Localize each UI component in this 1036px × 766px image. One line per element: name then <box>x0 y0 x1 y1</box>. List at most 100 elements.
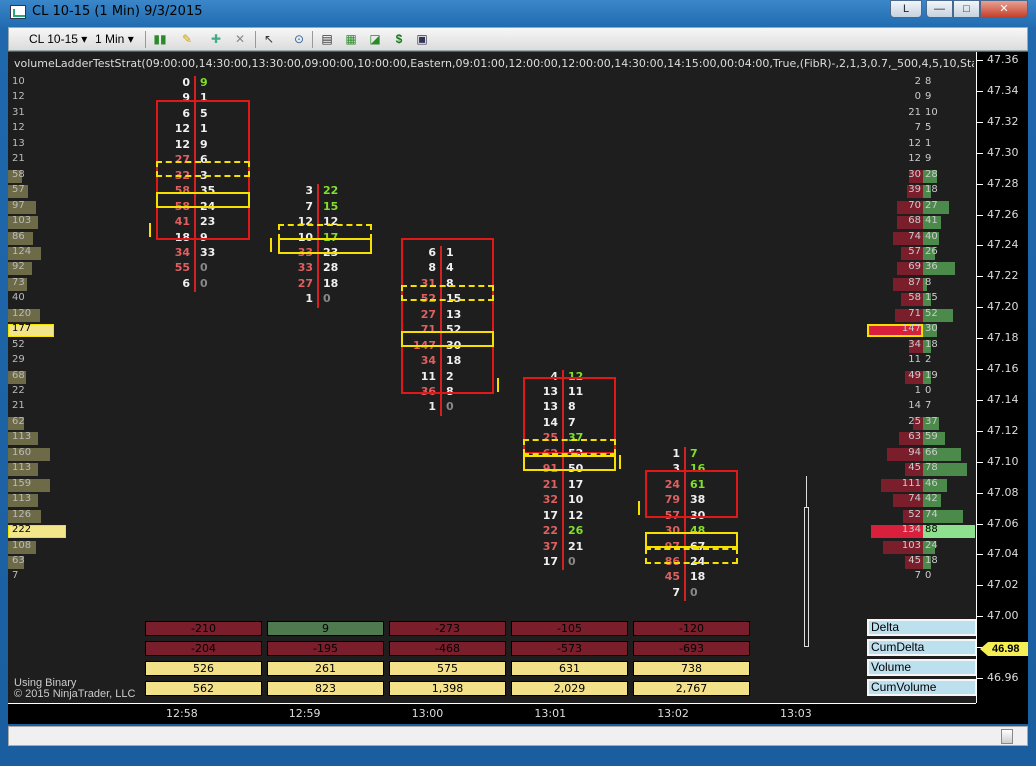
data-box-icon[interactable]: ▤ <box>319 31 335 47</box>
instrument-selector[interactable]: CL 10-15 ▾ <box>29 30 87 48</box>
profile-value: 103 <box>12 215 32 227</box>
price-tick <box>977 183 983 185</box>
summary-cumdelta-cell: -468 <box>389 641 506 656</box>
price-tick <box>977 554 983 556</box>
price-tick <box>977 276 983 278</box>
ask-volume: 26 <box>568 524 584 538</box>
maximize-button[interactable]: □ <box>953 0 980 18</box>
chevron-down-icon: ▾ <box>81 32 88 46</box>
time-axis[interactable]: 12:58 12:59 13:00 13:01 13:02 13:03 <box>8 703 976 724</box>
price-tick-label: 47.06 <box>987 516 1019 530</box>
plus-marker-icon[interactable]: ✚ <box>208 31 224 47</box>
minus-marker-icon[interactable]: ✕ <box>232 31 248 47</box>
price-tick-label: 47.22 <box>987 269 1019 283</box>
profile-ask-value: 26 <box>925 245 938 257</box>
summary-volume-cell: 575 <box>389 661 506 676</box>
horizontal-scrollbar[interactable] <box>8 726 1028 746</box>
profile-value: 73 <box>12 276 25 288</box>
imbalance-marker <box>638 501 640 515</box>
profile-bid-value: 2 <box>914 76 921 87</box>
profile-ask-value: 9 <box>925 91 932 103</box>
summary-delta-cell: -210 <box>145 621 262 636</box>
profile-bid-value: 34 <box>908 338 921 350</box>
profile-bid-value: 94 <box>908 446 921 458</box>
ask-volume: 0 <box>323 292 331 306</box>
minimize-button[interactable]: — <box>926 0 953 18</box>
title-bar[interactable]: CL 10-15 (1 Min) 9/3/2015 L — □ ✕ <box>0 0 1036 26</box>
profile-value: 108 <box>12 539 32 551</box>
zoom-icon[interactable]: ⊙ <box>291 31 307 47</box>
bar-style-icon[interactable]: ▮▮ <box>152 31 168 47</box>
strategy-icon[interactable]: ▦ <box>343 31 359 47</box>
profile-bid-value: 21 <box>908 106 921 118</box>
profile-bid-value: 58 <box>908 292 921 304</box>
scrollbar-thumb[interactable] <box>1001 729 1013 744</box>
imbalance-marker <box>619 455 621 469</box>
price-tick-label: 47.18 <box>987 331 1019 345</box>
price-tick <box>977 430 983 432</box>
bid-volume: 17 <box>542 554 558 568</box>
close-button[interactable]: ✕ <box>980 0 1028 18</box>
ask-volume: 0 <box>200 276 208 290</box>
ladder-highlight-box <box>645 532 738 548</box>
time-tick-label: 12:59 <box>288 707 321 720</box>
price-tick-label: 47.28 <box>987 176 1019 190</box>
ask-volume: 15 <box>323 199 339 213</box>
price-panel[interactable]: volumeLadderTestStrat(09:00:00,14:30:00,… <box>8 52 977 703</box>
profile-ask-value: 41 <box>925 215 938 227</box>
interval-label: 1 Min <box>95 32 125 46</box>
profile-ask-value: 28 <box>925 168 938 180</box>
price-tick <box>977 307 983 309</box>
price-axis[interactable]: 47.36 47.34 47.32 47.30 47.28 47.26 47.24 47.22… <box>976 52 1028 703</box>
ladder-highlight-box <box>523 439 616 455</box>
profile-ask-value: 1 <box>925 137 932 149</box>
properties-icon[interactable]: ▣ <box>414 31 430 47</box>
ask-volume: 33 <box>200 245 216 259</box>
time-tick-label: 13:03 <box>780 707 812 720</box>
dollar-icon[interactable]: $ <box>391 31 407 47</box>
profile-bid-value: 68 <box>908 215 921 227</box>
profile-bid-value: 87 <box>908 276 921 288</box>
summary-cumdelta-cell: -195 <box>267 641 384 656</box>
profile-ask-value: 36 <box>925 261 938 273</box>
ladder-highlight-box <box>401 285 494 301</box>
strategy-label: volumeLadderTestStrat(09:00:00,14:30:00,… <box>14 57 974 70</box>
profile-bid-value: 63 <box>908 431 921 443</box>
price-tick <box>977 492 983 494</box>
ladder-highlight-box <box>278 238 372 254</box>
chart-panel[interactable]: volumeLadderTestStrat(09:00:00,14:30:00,… <box>8 52 1028 724</box>
profile-ask-value: 0 <box>925 385 932 396</box>
chart-app-icon <box>10 5 26 19</box>
bid-volume: 1 <box>672 446 680 460</box>
profile-value: 62 <box>12 415 25 427</box>
summary-cumvolume-cell: 2,767 <box>633 681 750 696</box>
bid-volume: 0 <box>182 76 190 89</box>
price-tick <box>977 338 983 340</box>
price-tick-label: 47.24 <box>987 238 1019 252</box>
ask-volume: 0 <box>200 261 208 275</box>
profile-bid-value: 7 <box>914 570 921 582</box>
profile-value: 10 <box>12 76 25 87</box>
link-button[interactable]: L <box>890 0 922 18</box>
ask-volume: 28 <box>323 261 339 275</box>
profile-value: 177 <box>12 323 32 335</box>
profile-value: 12 <box>12 91 25 103</box>
chart-trader-icon[interactable]: ◪ <box>367 31 383 47</box>
summary-delta-cell: -273 <box>389 621 506 636</box>
price-tick <box>977 523 983 525</box>
pencil-icon[interactable]: ✎ <box>179 31 195 47</box>
profile-ask-value: 5 <box>925 122 932 134</box>
bid-volume: 7 <box>305 199 313 213</box>
cursor-icon[interactable]: ↖ <box>261 31 277 47</box>
price-tick <box>977 369 983 370</box>
price-tick-label: 47.00 <box>987 609 1019 623</box>
profile-bid-value: 74 <box>908 493 921 505</box>
imbalance-marker <box>270 238 272 252</box>
current-bar-wick <box>806 476 807 508</box>
ninjatrader-chart-window: CL 10-15 (1 Min) 9/3/2015 L — □ ✕ CL 10-… <box>0 0 1036 766</box>
profile-value: 57 <box>12 184 25 196</box>
time-tick-label: 13:01 <box>534 707 567 720</box>
profile-value: 21 <box>12 400 25 412</box>
interval-selector[interactable]: 1 Min ▾ <box>95 30 134 48</box>
profile-bid-value: 69 <box>908 261 921 273</box>
